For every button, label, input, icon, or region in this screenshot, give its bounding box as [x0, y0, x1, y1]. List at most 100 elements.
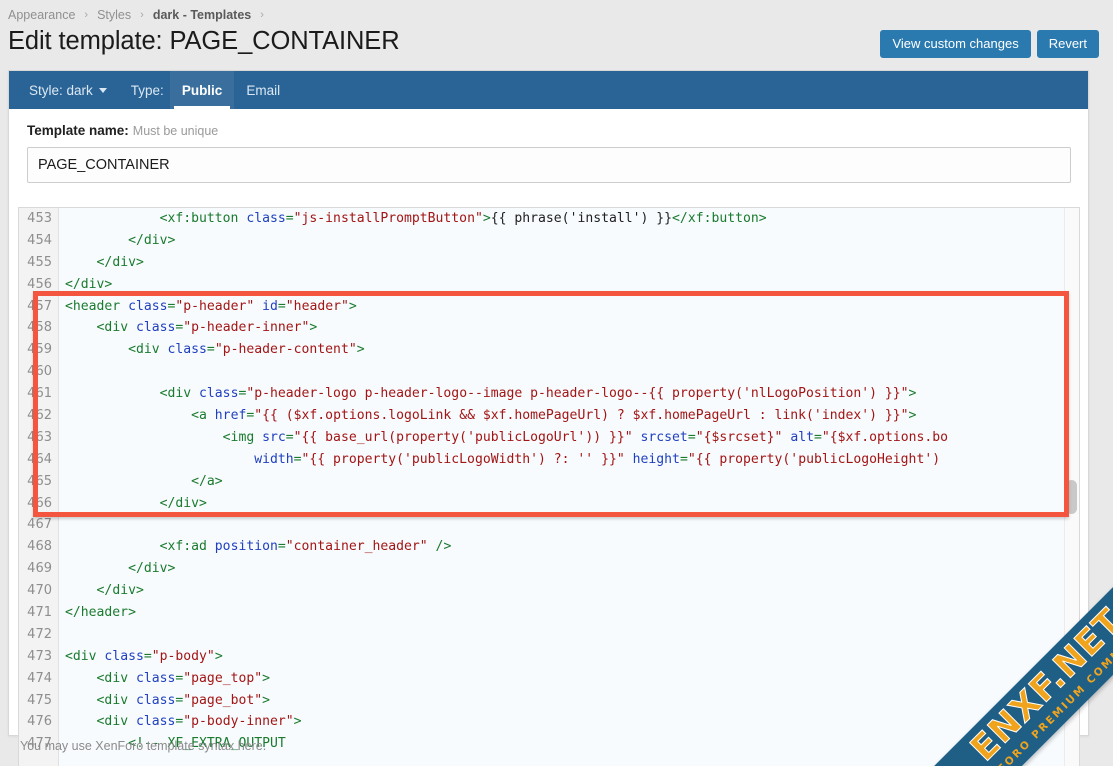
code-line[interactable]: 456 </div>: [19, 274, 1079, 296]
line-number: 461: [27, 386, 52, 402]
tab-email-label: Email: [246, 82, 281, 98]
template-name-input[interactable]: [27, 147, 1071, 183]
line-number: 454: [27, 232, 52, 248]
line-number: 471: [27, 605, 52, 621]
code-line-text: <div class="p-body-inner">: [96, 714, 302, 730]
revert-button[interactable]: Revert: [1036, 30, 1099, 58]
app-root: Appearance › Styles › dark - Templates › Edit…: [0, 0, 1113, 766]
code-line[interactable]: 473 <div class="p-body">: [19, 646, 1079, 668]
code-line[interactable]: 475 <div class="page_bot">: [19, 690, 1079, 712]
style-selector-label: Style: dark: [29, 82, 93, 98]
breadcrumb-separator-icon: ›: [84, 9, 89, 21]
page-action-buttons: View custom changes Revert: [880, 30, 1099, 58]
code-line-text: <header class="p-header" id="header">: [65, 298, 357, 314]
editor-card: Style: dark Type: Public Email Template …: [8, 70, 1089, 766]
code-line[interactable]: 471 </header>: [19, 602, 1079, 624]
code-line[interactable]: 457 <header class="p-header" id="header">: [19, 296, 1079, 318]
line-number: 458: [27, 320, 52, 336]
template-name-block: Template name: Must be unique: [9, 109, 1088, 202]
chevron-down-icon: [98, 87, 107, 93]
line-number: 455: [27, 254, 52, 270]
line-number: 475: [27, 692, 52, 708]
line-number: 469: [27, 561, 52, 577]
code-line-text: <div class="p-body">: [65, 648, 223, 664]
code-line[interactable]: 461 <div class="p-header-logo p-header-l…: [19, 383, 1079, 405]
line-number: 463: [27, 429, 52, 445]
view-custom-changes-button[interactable]: View custom changes: [880, 30, 1031, 58]
code-line[interactable]: 469 </div>: [19, 558, 1079, 580]
code-content[interactable]: 453 <xf:button class="js-installPromptBu…: [19, 208, 1079, 766]
line-number: 462: [27, 408, 52, 424]
code-line[interactable]: 458 <div class="p-header-inner">: [19, 317, 1079, 339]
code-line-text: <img src="{{ base_url(property('publicLo…: [222, 429, 949, 445]
code-line[interactable]: 453 <xf:button class="js-installPromptBu…: [19, 208, 1079, 230]
page-title-row: Edit template: PAGE_CONTAINER View custo…: [0, 24, 1113, 70]
code-line[interactable]: 474 <div class="page_top">: [19, 668, 1079, 690]
code-line[interactable]: 454 </div>: [19, 230, 1079, 252]
code-line[interactable]: 459 <div class="p-header-content">: [19, 339, 1079, 361]
code-line-text: </header>: [65, 605, 136, 621]
code-line-text: <div class="p-header-logo p-header-logo-…: [159, 386, 917, 402]
breadcrumb-separator-icon: ›: [260, 9, 264, 21]
code-line[interactable]: 470 </div>: [19, 580, 1079, 602]
code-line-text: </div>: [96, 583, 144, 599]
code-line-text: <xf:button class="js-installPromptButton…: [159, 211, 767, 226]
code-line[interactable]: 460: [19, 361, 1079, 383]
code-line-text: <div class="p-header-inner">: [96, 320, 318, 336]
line-number: 467: [27, 517, 52, 533]
code-line-text: width="{{ property('publicLogoWidth') ?:…: [254, 451, 941, 467]
code-line-text: <xf:ad position="container_header" />: [159, 539, 452, 555]
breadcrumb-item-1[interactable]: Styles: [97, 8, 131, 22]
code-line-text: </div>: [128, 561, 176, 577]
line-number: 459: [27, 342, 52, 358]
tab-public[interactable]: Public: [169, 71, 235, 109]
code-line[interactable]: 465 </a>: [19, 471, 1079, 493]
line-number: 456: [27, 276, 52, 292]
line-number: 476: [27, 714, 52, 730]
code-line[interactable]: 463 <img src="{{ base_url(property('publ…: [19, 427, 1079, 449]
line-number: 457: [27, 298, 52, 314]
breadcrumb-item-2[interactable]: dark - Templates: [153, 8, 251, 22]
code-line-text: <div class="p-header-content">: [128, 342, 365, 358]
code-line[interactable]: 466 </div>: [19, 493, 1079, 515]
template-name-hint: Must be unique: [132, 124, 219, 138]
code-line[interactable]: 476 <div class="p-body-inner">: [19, 711, 1079, 733]
template-name-label-text: Template name:: [27, 123, 129, 138]
page-title: Edit template: PAGE_CONTAINER: [8, 27, 400, 55]
code-line-text: </div>: [96, 254, 144, 270]
line-number: 465: [27, 473, 52, 489]
line-number: 474: [27, 670, 52, 686]
template-name-label: Template name: Must be unique: [27, 123, 1072, 138]
code-line[interactable]: 468 <xf:ad position="container_header" /…: [19, 536, 1079, 558]
tab-email[interactable]: Email: [234, 71, 292, 109]
breadcrumb-separator-icon: ›: [140, 9, 144, 21]
code-line-text: </div>: [159, 495, 207, 511]
breadcrumb: Appearance › Styles › dark - Templates ›: [8, 4, 273, 26]
code-line[interactable]: 462 <a href="{{ ($xf.options.logoLink &&…: [19, 405, 1079, 427]
code-line-text: </div>: [65, 276, 113, 292]
template-toolbar: Style: dark Type: Public Email: [9, 71, 1088, 109]
code-line[interactable]: 455 </div>: [19, 252, 1079, 274]
code-line[interactable]: 467: [19, 514, 1079, 536]
code-line-text: </div>: [128, 232, 176, 248]
style-selector[interactable]: Style: dark: [21, 71, 117, 109]
code-line[interactable]: 472: [19, 624, 1079, 646]
line-number: 470: [27, 583, 52, 599]
line-number: 473: [27, 648, 52, 664]
code-line-text: </a>: [191, 473, 223, 489]
code-line-text: <div class="page_top">: [96, 670, 271, 686]
code-line-text: <div class="page_bot">: [96, 692, 271, 708]
code-line[interactable]: 464 width="{{ property('publicLogoWidth'…: [19, 449, 1079, 471]
code-line-text: <a href="{{ ($xf.options.logoLink && $xf…: [191, 408, 917, 424]
tab-public-label: Public: [181, 82, 223, 98]
line-number: 464: [27, 451, 52, 467]
line-number: 468: [27, 539, 52, 555]
editor-vertical-scrollbar-thumb[interactable]: [1066, 480, 1077, 514]
breadcrumb-item-0[interactable]: Appearance: [8, 8, 75, 22]
code-editor[interactable]: 453 <xf:button class="js-installPromptBu…: [18, 207, 1080, 766]
line-number: 453: [27, 211, 52, 226]
line-number: 466: [27, 495, 52, 511]
line-number: 472: [27, 626, 52, 642]
line-number: 460: [27, 364, 52, 380]
type-label: Type:: [130, 82, 164, 98]
